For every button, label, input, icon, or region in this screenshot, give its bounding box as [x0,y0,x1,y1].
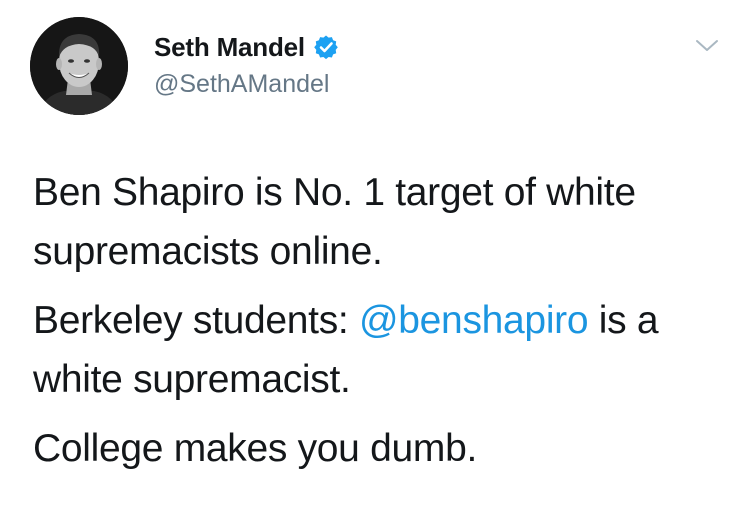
avatar[interactable] [30,17,128,115]
author-name-row: Seth Mandel [154,31,339,63]
chevron-down-icon[interactable] [692,34,722,56]
tweet-text-segment: Berkeley students: [33,299,359,342]
tweet-text: Ben Shapiro is No. 1 target of white sup… [33,163,733,478]
avatar-photo [30,17,128,115]
tweet-card: Seth Mandel @SethAMandel Ben Shapiro is … [0,0,750,512]
verified-badge-icon [313,34,339,60]
tweet-paragraph: Berkeley students: @benshapiro is a whit… [33,291,733,409]
tweet-paragraph: College makes you dumb. [33,427,477,470]
mention-link[interactable]: @benshapiro [359,299,589,342]
author-handle[interactable]: @SethAMandel [154,70,329,99]
author-display-name[interactable]: Seth Mandel [154,32,305,63]
tweet-paragraph: Ben Shapiro is No. 1 target of white sup… [33,171,636,273]
